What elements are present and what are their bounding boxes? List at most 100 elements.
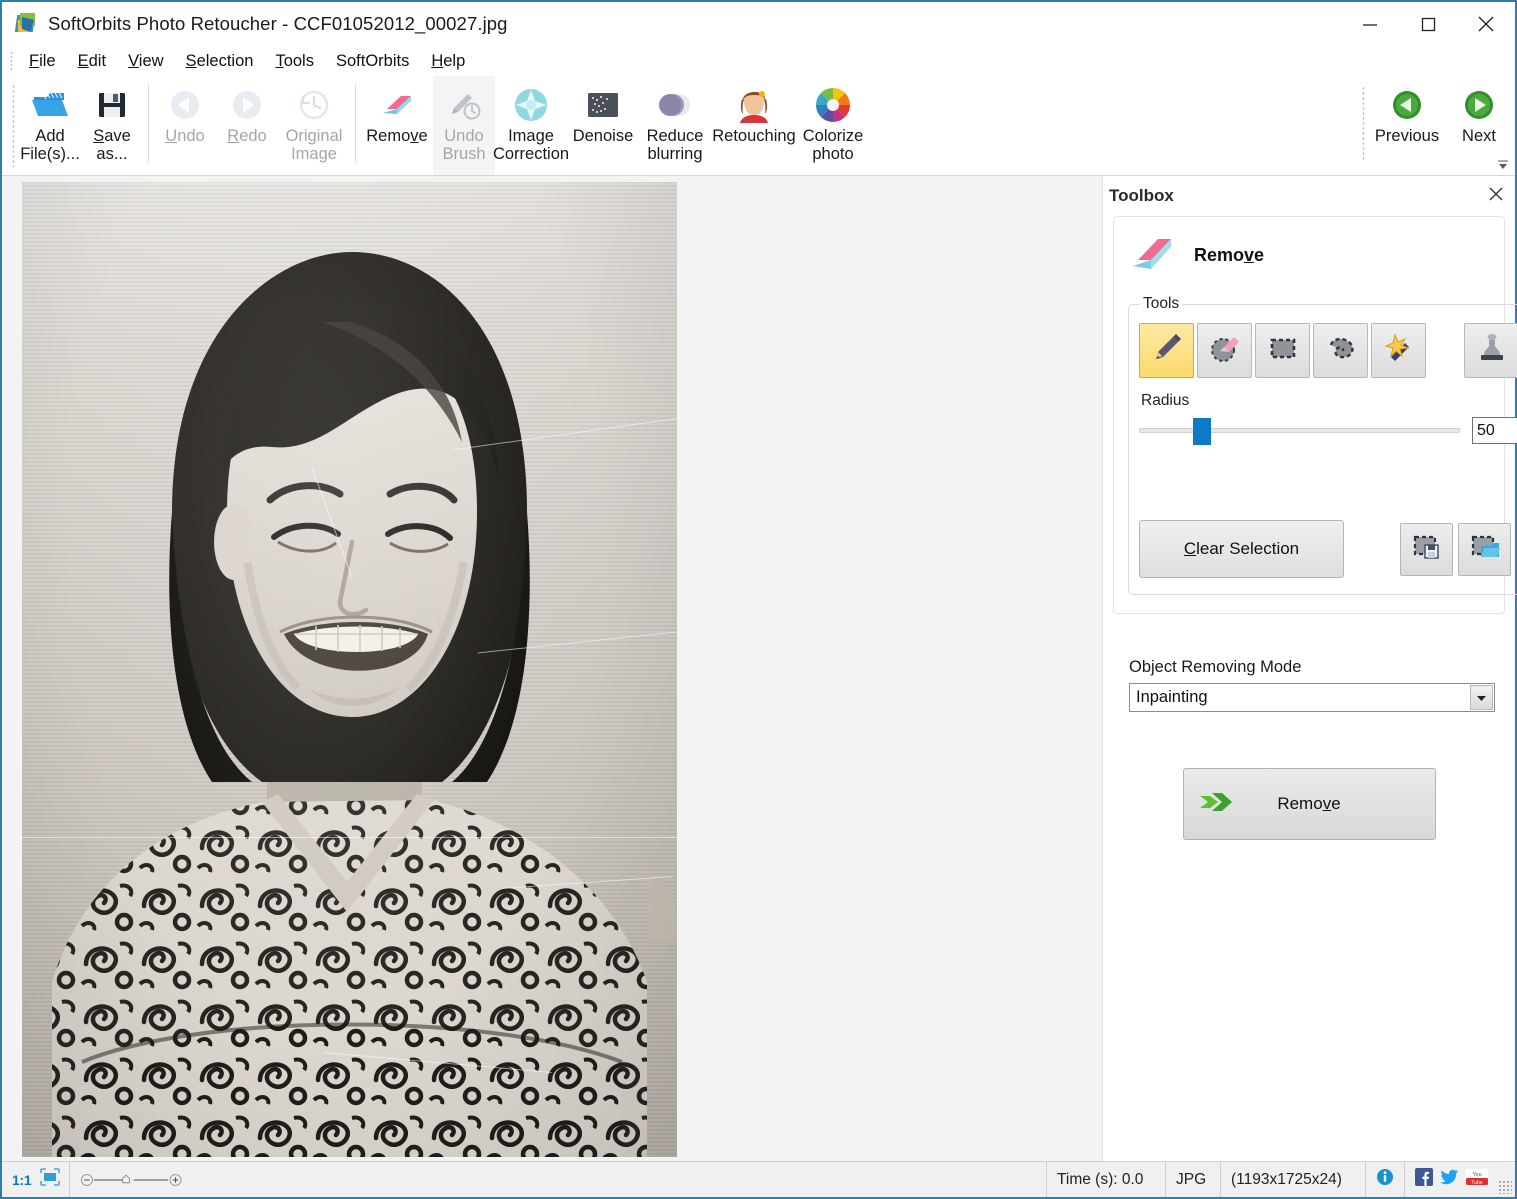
menubar-grip	[10, 51, 13, 71]
status-bar: 1:1	[2, 1161, 1515, 1197]
redo-button[interactable]: Redo	[216, 76, 278, 175]
toolbox-title: Toolbox	[1109, 186, 1174, 206]
colorize-photo-button[interactable]: Colorizephoto	[797, 76, 869, 175]
toolbox-header: Toolbox	[1103, 176, 1515, 216]
undo-brush-icon	[446, 84, 482, 126]
save-as-label: Saveas...	[72, 128, 152, 164]
retouching-button[interactable]: Retouching	[711, 76, 797, 175]
menu-item-tools[interactable]: Tools	[264, 50, 325, 73]
resize-grip-icon[interactable]	[1498, 1180, 1512, 1194]
image-correction-button[interactable]: ImageCorrection	[495, 76, 567, 175]
tool-button-lasso[interactable]	[1313, 323, 1368, 378]
remove-action-row: Remove	[1113, 768, 1505, 840]
retouching-label: Retouching	[712, 128, 795, 146]
zoom-ratio-button[interactable]: 1:1	[12, 1172, 31, 1188]
reduce-blurring-button[interactable]: Reduceblurring	[639, 76, 711, 175]
softorbits-logo-icon	[16, 13, 38, 35]
rectangle-select-icon	[1266, 331, 1300, 370]
next-label: Next	[1462, 128, 1496, 146]
remove-button[interactable]: Remove	[1183, 768, 1436, 840]
svg-text:You: You	[1472, 1172, 1481, 1178]
previous-button[interactable]: Previous	[1371, 76, 1443, 175]
window-controls	[1341, 2, 1515, 46]
toolbox-close-button[interactable]	[1485, 185, 1507, 207]
next-arrow-icon	[1463, 84, 1495, 126]
denoise-button[interactable]: Denoise	[567, 76, 639, 175]
selection-actions-row: Clear Selection	[1139, 520, 1517, 578]
menu-item-selection[interactable]: Selection	[175, 50, 265, 73]
ribbon-expand-icon[interactable]	[1494, 157, 1512, 173]
photo-image[interactable]	[22, 182, 677, 1157]
original-image-button[interactable]: OriginalImage	[278, 76, 350, 175]
zoom-slider[interactable]	[80, 1167, 190, 1193]
undo-brush-button[interactable]: UndoBrush	[433, 76, 495, 175]
previous-arrow-icon	[1391, 84, 1423, 126]
tool-button-magic-wand[interactable]	[1371, 323, 1426, 378]
magic-wand-icon	[1382, 331, 1416, 370]
status-dimensions: (1193x1725x24)	[1221, 1162, 1366, 1197]
selection-io-group	[1400, 523, 1511, 576]
tools-row	[1139, 319, 1517, 378]
info-icon[interactable]	[1376, 1168, 1394, 1191]
facebook-icon[interactable]	[1415, 1168, 1433, 1191]
radius-row: 50	[1139, 416, 1517, 444]
load-selection-button[interactable]	[1458, 523, 1511, 576]
maximize-icon	[1417, 13, 1439, 35]
chevron-down-icon[interactable]	[1470, 685, 1493, 710]
radius-slider-thumb[interactable]	[1193, 418, 1211, 445]
remove-button-label: Remove	[1184, 794, 1435, 814]
minimize-button[interactable]	[1341, 2, 1399, 46]
eraser-icon	[1128, 233, 1176, 277]
fit-to-window-icon[interactable]	[39, 1167, 61, 1192]
toolbar-separator-2	[355, 84, 356, 163]
tool-button-brush[interactable]	[1139, 323, 1194, 378]
status-spacer	[198, 1162, 1046, 1197]
menu-item-view[interactable]: View	[117, 50, 174, 73]
save-selection-button[interactable]	[1400, 523, 1453, 576]
undo-button[interactable]: Undo	[154, 76, 216, 175]
redo-label: Redo	[227, 128, 266, 146]
twitter-icon[interactable]	[1440, 1168, 1459, 1191]
youtube-icon[interactable]: You Tube	[1466, 1168, 1488, 1191]
colorize-photo-icon	[814, 84, 852, 126]
object-removing-mode-select[interactable]: Inpainting	[1129, 683, 1495, 712]
menu-item-help[interactable]: Help	[420, 50, 476, 73]
original-image-label: OriginalImage	[274, 128, 354, 164]
menu-item-edit[interactable]: Edit	[67, 50, 117, 73]
remove-toolbar-button[interactable]: Remove	[361, 76, 433, 175]
image-canvas[interactable]	[2, 176, 1102, 1161]
remove-tool-header: Remove	[1128, 229, 1490, 281]
title-bar: SoftOrbits Photo Retoucher - CCF01052012…	[2, 2, 1515, 46]
undo-label: Undo	[165, 128, 204, 146]
tool-button-eraser[interactable]	[1197, 323, 1252, 378]
close-button[interactable]	[1457, 2, 1515, 46]
toolbox-panel: Toolbox	[1102, 176, 1515, 1161]
save-as-button[interactable]: Saveas...	[81, 76, 143, 175]
reduce-blurring-icon	[655, 84, 695, 126]
toolbar-navigation-group: Previous Next	[1360, 76, 1515, 175]
pencil-icon	[1150, 331, 1184, 370]
image-correction-icon	[512, 84, 550, 126]
status-info-cell[interactable]	[1366, 1162, 1405, 1197]
radius-value-input[interactable]: 50	[1472, 417, 1517, 444]
undo-arrow-icon	[168, 84, 202, 126]
tool-button-clone-stamp[interactable]	[1464, 323, 1517, 378]
clear-selection-button[interactable]: Clear Selection	[1139, 520, 1344, 578]
previous-label: Previous	[1375, 128, 1439, 146]
remove-toolbar-label: Remove	[366, 128, 427, 146]
tool-button-rectangle-select[interactable]	[1255, 323, 1310, 378]
toolbar-group-history: Undo Redo	[154, 76, 350, 175]
denoise-icon	[583, 84, 623, 126]
status-time: Time (s): 0.0	[1046, 1162, 1166, 1197]
menu-item-softorbits[interactable]: SoftOrbits	[325, 50, 420, 73]
colorize-photo-label: Colorizephoto	[793, 128, 873, 164]
remove-tool-card: Remove Tools	[1113, 216, 1505, 614]
load-selection-icon	[1469, 533, 1501, 566]
redo-arrow-icon	[230, 84, 264, 126]
radius-slider[interactable]	[1139, 416, 1460, 444]
toolbar-group-file: AddFile(s)... Saveas...	[19, 76, 143, 175]
application-window: SoftOrbits Photo Retoucher - CCF01052012…	[0, 0, 1517, 1199]
stamp-icon	[1475, 331, 1509, 370]
maximize-button[interactable]	[1399, 2, 1457, 46]
menu-item-file[interactable]: FFileile	[18, 50, 67, 73]
